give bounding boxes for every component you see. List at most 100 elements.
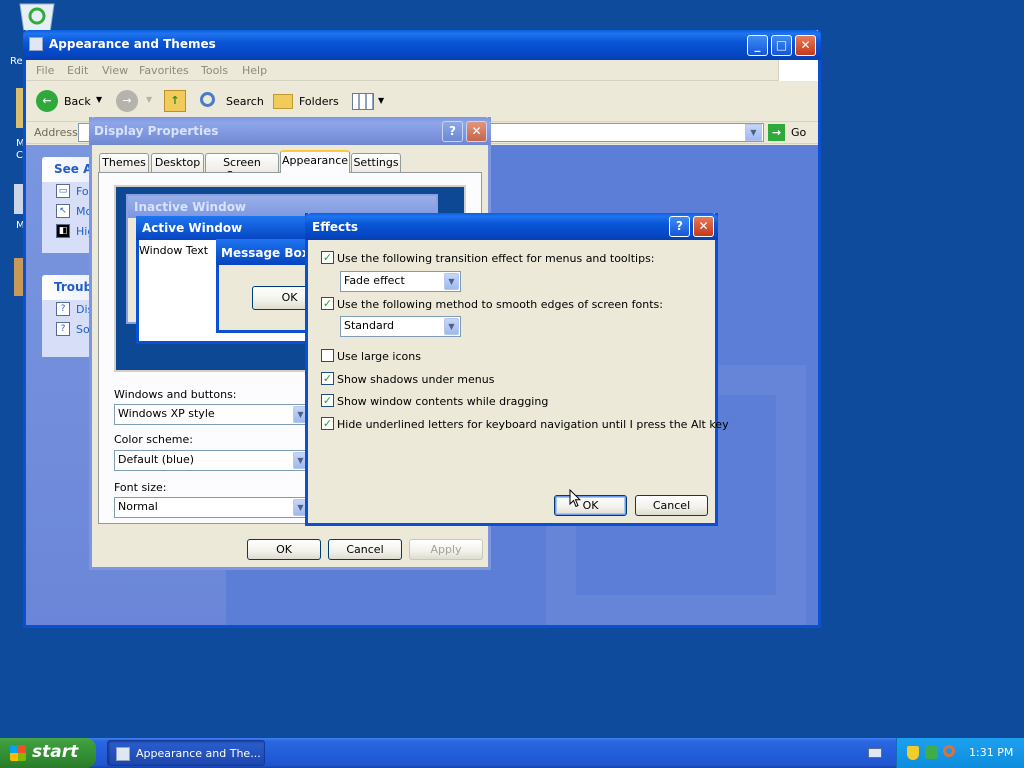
control-panel-icon <box>116 747 130 761</box>
font-size-select[interactable]: Normal ▼ <box>114 497 310 518</box>
font-size-label: Font size: <box>114 481 167 494</box>
maximize-button[interactable]: □ <box>771 35 792 56</box>
system-tray: 1:31 PM <box>896 738 1024 768</box>
explorer-title-bar[interactable]: Appearance and Themes _ □ ✕ <box>23 30 821 60</box>
folders-label: Folders <box>299 95 339 108</box>
chevron-down-icon: ▼ <box>444 318 459 335</box>
up-folder-icon[interactable]: ↑ <box>164 90 186 112</box>
mouse-pointer-icon: ↖ <box>56 204 70 218</box>
keyboard-icon[interactable] <box>868 748 882 758</box>
tab-themes[interactable]: Themes <box>99 153 149 172</box>
smooth-edges-select[interactable]: Standard ▼ <box>340 316 461 337</box>
security-shield-icon[interactable] <box>907 746 919 760</box>
control-panel-icon <box>29 37 43 51</box>
forward-button[interactable]: → <box>116 90 138 112</box>
menu-edit[interactable]: Edit <box>67 64 88 77</box>
taskbar: start Appearance and The... 1:31 PM <box>0 738 1024 768</box>
help-button[interactable]: ? <box>442 121 463 142</box>
start-button[interactable]: start <box>0 738 96 768</box>
search-icon[interactable] <box>943 745 955 757</box>
taskbar-item-label: Appearance and The... <box>136 747 261 760</box>
windows-logo-icon <box>778 60 818 81</box>
hide-underlined-label: Hide underlined letters for keyboard nav… <box>337 418 729 431</box>
transition-effect-checkbox[interactable]: ✓ <box>321 251 334 264</box>
preview-inactive-title: Inactive Window <box>134 200 247 214</box>
effects-ok-button[interactable]: OK <box>554 495 627 516</box>
help-button[interactable]: ? <box>669 216 690 237</box>
tab-screen-saver[interactable]: Screen Saver <box>205 153 279 182</box>
hide-underlined-checkbox[interactable]: ✓ <box>321 417 334 430</box>
smooth-edges-label: Use the following method to smooth edges… <box>337 298 663 311</box>
search-button[interactable]: Search <box>198 90 266 114</box>
menu-view[interactable]: View <box>102 64 128 77</box>
clock[interactable]: 1:31 PM <box>969 746 1013 759</box>
large-icons-label: Use large icons <box>337 350 421 363</box>
minimize-button[interactable]: _ <box>747 35 768 56</box>
chevron-down-icon: ▼ <box>146 95 153 104</box>
views-grid-icon <box>352 93 374 110</box>
preview-message-box: Message Box OK <box>216 239 327 333</box>
color-scheme-select[interactable]: Default (blue) ▼ <box>114 450 310 471</box>
back-label: Back <box>64 95 91 108</box>
menu-shadows-label: Show shadows under menus <box>337 373 495 386</box>
large-icons-checkbox[interactable] <box>321 349 334 362</box>
preview-message-box-title: Message Box <box>221 246 310 260</box>
display-properties-title: Display Properties <box>94 124 219 138</box>
mouse-cursor-icon <box>569 489 581 508</box>
windows-buttons-select[interactable]: Windows XP style ▼ <box>114 404 310 425</box>
folder-icon <box>273 94 293 109</box>
search-icon <box>200 92 215 107</box>
cancel-button[interactable]: Cancel <box>328 539 402 560</box>
color-scheme-label: Color scheme: <box>114 433 193 446</box>
menu-help[interactable]: Help <box>242 64 267 77</box>
transition-effect-select[interactable]: Fade effect ▼ <box>340 271 461 292</box>
folders-button[interactable]: Folders <box>271 90 341 114</box>
tab-desktop[interactable]: Desktop <box>151 153 204 172</box>
effects-title: Effects <box>312 220 359 234</box>
effects-title-bar[interactable]: Effects ? ✕ <box>305 213 718 240</box>
window-contents-label: Show window contents while dragging <box>337 395 549 408</box>
close-button[interactable]: ✕ <box>693 216 714 237</box>
menu-tools[interactable]: Tools <box>201 64 228 77</box>
preview-active-title-bar: Active Window <box>136 216 316 240</box>
preview-message-box-title-bar: Message Box <box>216 239 316 265</box>
menu-shadows-checkbox[interactable]: ✓ <box>321 372 334 385</box>
menu-favorites[interactable]: Favorites <box>139 64 189 77</box>
display-properties-title-bar[interactable]: Display Properties ? ✕ <box>89 117 491 145</box>
toolbar: ← Back ▼ → ▼ ↑ Search Folders ▼ <box>26 82 818 122</box>
preview-window-text: Window Text <box>139 244 209 257</box>
menu-bar: File Edit View Favorites Tools Help <box>26 60 818 81</box>
address-dropdown-arrow[interactable]: ▼ <box>745 124 762 141</box>
address-label: Address <box>34 126 78 139</box>
desktop-icon-label: Re <box>10 56 23 67</box>
windows-flag-icon <box>10 745 26 761</box>
help-icon: ? <box>56 302 70 316</box>
back-arrow-icon: ← <box>36 90 58 112</box>
tab-appearance[interactable]: Appearance <box>280 150 350 173</box>
apply-button[interactable]: Apply <box>409 539 483 560</box>
explorer-title: Appearance and Themes <box>49 37 216 51</box>
menu-file[interactable]: File <box>36 64 54 77</box>
recycle-bin-icon[interactable] <box>14 0 60 33</box>
desktop-icon-label: C <box>16 150 23 161</box>
windows-buttons-label: Windows and buttons: <box>114 388 237 401</box>
back-button[interactable]: ← Back ▼ <box>36 90 104 114</box>
taskbar-item-appearance[interactable]: Appearance and The... <box>107 740 265 766</box>
window-contents-checkbox[interactable]: ✓ <box>321 394 334 407</box>
smooth-edges-checkbox[interactable]: ✓ <box>321 297 334 310</box>
high-contrast-icon: ◧ <box>56 224 70 238</box>
effects-dialog: Effects ? ✕ ✓ Use the following transiti… <box>305 213 729 526</box>
preview-active-title: Active Window <box>142 221 243 235</box>
chevron-down-icon: ▼ <box>96 95 103 104</box>
chevron-down-icon: ▼ <box>444 273 459 290</box>
views-button[interactable]: ▼ <box>350 92 386 112</box>
folder-icon: ▭ <box>56 184 70 198</box>
tab-settings[interactable]: Settings <box>351 153 401 172</box>
close-button[interactable]: ✕ <box>795 35 816 56</box>
go-button[interactable]: → Go <box>768 123 812 142</box>
network-icon[interactable] <box>925 746 938 759</box>
ok-button[interactable]: OK <box>247 539 321 560</box>
close-button[interactable]: ✕ <box>466 121 487 142</box>
effects-cancel-button[interactable]: Cancel <box>635 495 708 516</box>
chevron-down-icon: ▼ <box>378 96 385 105</box>
